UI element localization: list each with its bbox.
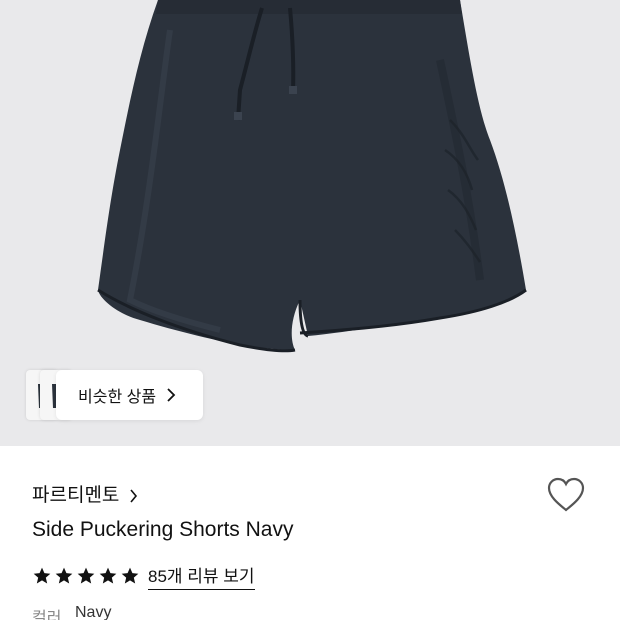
rating-stars <box>32 566 140 586</box>
similar-products-button[interactable]: 비슷한 상품 <box>26 370 203 420</box>
similar-products-label-box[interactable]: 비슷한 상품 <box>56 370 203 420</box>
brand-link[interactable]: 파르티멘토 <box>32 480 138 507</box>
color-label: 컬러 <box>32 610 62 620</box>
chevron-right-icon <box>166 388 176 402</box>
star-icon <box>98 566 118 586</box>
chevron-right-icon <box>129 487 138 503</box>
star-icon <box>76 566 96 586</box>
similar-products-label: 비슷한 상품 <box>78 389 157 406</box>
product-title: Side Puckering Shorts Navy <box>32 518 294 541</box>
product-image[interactable]: 비슷한 상품 <box>0 0 620 446</box>
color-row: 컬러 Navy <box>32 604 111 620</box>
star-icon <box>32 566 52 586</box>
color-value: Navy <box>75 604 112 620</box>
wishlist-heart-button[interactable] <box>546 477 586 513</box>
star-icon <box>54 566 74 586</box>
rating-row: 85개 리뷰 보기 <box>32 562 255 590</box>
star-icon <box>120 566 140 586</box>
brand-name: 파르티멘토 <box>32 485 120 506</box>
heart-icon <box>547 477 585 512</box>
product-info: 파르티멘토 Side Puckering Shorts Navy 85개 리뷰 … <box>0 446 620 620</box>
review-link[interactable]: 85개 리뷰 보기 <box>148 562 255 590</box>
